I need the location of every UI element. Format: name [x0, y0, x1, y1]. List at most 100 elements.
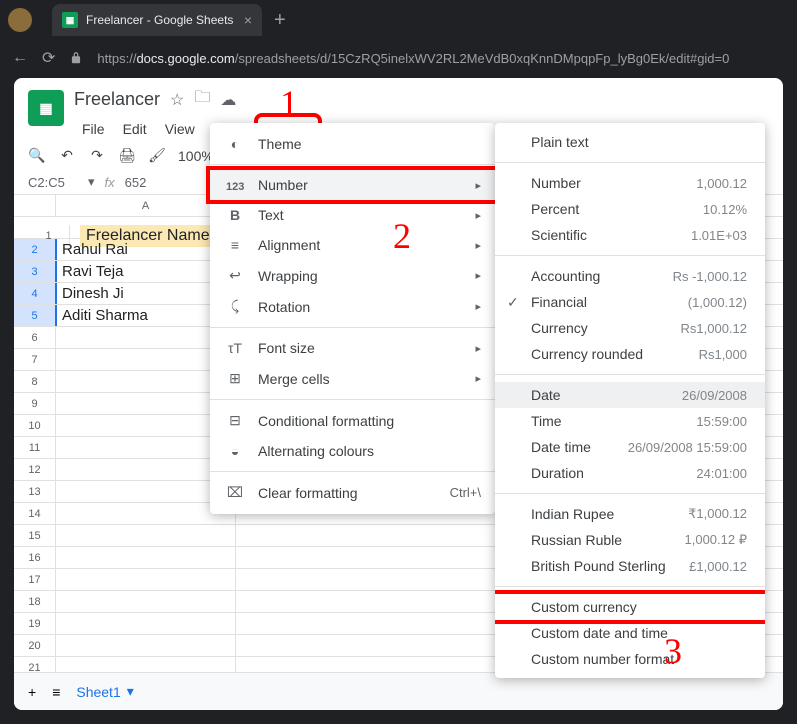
row-header[interactable]: 4	[14, 283, 56, 304]
cell[interactable]	[56, 349, 236, 370]
align-icon: ≡	[226, 237, 244, 253]
select-all-corner[interactable]	[14, 195, 56, 216]
row-header[interactable]: 5	[14, 305, 56, 326]
browser-tab[interactable]: ▦ Freelancer - Google Sheets ×	[52, 4, 262, 36]
format-accounting[interactable]: AccountingRs -1,000.12	[495, 263, 765, 289]
row-header[interactable]: 15	[14, 525, 56, 546]
cell[interactable]: Ravi Teja	[56, 261, 236, 282]
format-scientific[interactable]: Scientific1.01E+03	[495, 222, 765, 248]
formula-bar[interactable]: 652	[125, 175, 147, 190]
row-header[interactable]: 17	[14, 569, 56, 590]
row-header[interactable]: 3	[14, 261, 56, 282]
cell[interactable]	[56, 393, 236, 414]
row-header[interactable]: 14	[14, 503, 56, 524]
row-header[interactable]: 12	[14, 459, 56, 480]
back-icon[interactable]: ←	[12, 49, 28, 67]
format-financial[interactable]: Financial(1,000.12)	[495, 289, 765, 315]
address-bar[interactable]: https://docs.google.com/spreadsheets/d/1…	[97, 51, 729, 66]
row-header[interactable]: 16	[14, 547, 56, 568]
star-icon[interactable]: ☆	[170, 90, 184, 110]
format-date[interactable]: Date26/09/2008	[495, 382, 765, 408]
format-currency-rounded[interactable]: Currency roundedRs1,000	[495, 341, 765, 367]
move-icon[interactable]: 🗀	[194, 86, 210, 113]
format-indian-rupee[interactable]: Indian Rupee₹1,000.12	[495, 501, 765, 527]
cell[interactable]	[56, 503, 236, 524]
format-russian-ruble[interactable]: Russian Ruble1,000.12 ₽	[495, 527, 765, 553]
row-header[interactable]: 6	[14, 327, 56, 348]
cell[interactable]	[56, 459, 236, 480]
menu-font-size[interactable]: τTFont size	[210, 333, 495, 363]
row-header[interactable]: 8	[14, 371, 56, 392]
zoom-select[interactable]: 100%	[178, 148, 214, 164]
fontsize-icon: τT	[226, 340, 244, 356]
row-header[interactable]: 18	[14, 591, 56, 612]
row-header[interactable]: 19	[14, 613, 56, 634]
row-header[interactable]: 10	[14, 415, 56, 436]
format-number[interactable]: Number1,000.12	[495, 170, 765, 196]
format-datetime[interactable]: Date time26/09/2008 15:59:00	[495, 434, 765, 460]
print-icon[interactable]: 🖨	[118, 147, 136, 164]
format-custom-date-time[interactable]: Custom date and time	[495, 620, 765, 646]
row-header[interactable]: 13	[14, 481, 56, 502]
menu-alternating-colours[interactable]: ◒Alternating colours	[210, 436, 495, 466]
cell[interactable]	[56, 547, 236, 568]
cell[interactable]	[56, 371, 236, 392]
cell[interactable]	[56, 415, 236, 436]
sheet-tab-dropdown-icon[interactable]: ▾	[127, 683, 134, 700]
row-header[interactable]: 9	[14, 393, 56, 414]
close-tab-icon[interactable]: ×	[244, 12, 252, 28]
cell[interactable]: Rahul Rai	[56, 239, 236, 260]
menu-conditional-formatting[interactable]: ⊟Conditional formatting	[210, 405, 495, 436]
name-box-dropdown-icon[interactable]: ▾	[88, 174, 95, 190]
cell[interactable]	[56, 591, 236, 612]
cell[interactable]: Aditi Sharma	[56, 305, 236, 326]
sheet-tab[interactable]: Sheet1 ▾	[76, 683, 133, 700]
name-box[interactable]: C2:C5	[28, 175, 78, 190]
menu-wrapping[interactable]: ↩Wrapping	[210, 260, 495, 291]
cell[interactable]	[56, 327, 236, 348]
search-icon[interactable]: 🔍	[28, 147, 46, 164]
profile-avatar[interactable]	[8, 8, 32, 32]
redo-icon[interactable]: ↷	[88, 147, 106, 164]
number-icon: 123	[226, 177, 244, 193]
menu-number[interactable]: 123Number	[210, 170, 495, 200]
format-duration[interactable]: Duration24:01:00	[495, 460, 765, 486]
column-header-a[interactable]: A	[56, 195, 236, 216]
menu-theme[interactable]: ◐Theme	[210, 129, 495, 159]
format-custom-currency[interactable]: Custom currency	[495, 594, 765, 620]
cell[interactable]	[56, 481, 236, 502]
cell[interactable]	[56, 437, 236, 458]
cell[interactable]	[56, 613, 236, 634]
reload-icon[interactable]: ⟳	[42, 48, 55, 68]
doc-title[interactable]: Freelancer	[74, 89, 160, 110]
menu-alignment[interactable]: ≡Alignment	[210, 230, 495, 260]
format-time[interactable]: Time15:59:00	[495, 408, 765, 434]
menu-clear-formatting[interactable]: ⌧Clear formattingCtrl+\	[210, 477, 495, 508]
format-currency[interactable]: CurrencyRs1,000.12	[495, 315, 765, 341]
cell[interactable]	[56, 635, 236, 656]
cell[interactable]: Dinesh Ji	[56, 283, 236, 304]
cell[interactable]	[56, 525, 236, 546]
new-tab-button[interactable]: +	[274, 9, 286, 32]
menu-edit[interactable]: Edit	[115, 117, 155, 141]
cell[interactable]	[56, 569, 236, 590]
menu-file[interactable]: File	[74, 117, 113, 141]
menu-view[interactable]: View	[157, 117, 203, 141]
row-header[interactable]: 2	[14, 239, 56, 260]
menu-text[interactable]: BText	[210, 200, 495, 230]
format-plain-text[interactable]: Plain text	[495, 129, 765, 155]
row-header[interactable]: 20	[14, 635, 56, 656]
cloud-icon[interactable]: ☁	[220, 90, 236, 110]
menu-merge-cells[interactable]: ⊞Merge cells	[210, 363, 495, 394]
sheets-favicon-icon: ▦	[62, 12, 78, 28]
add-sheet-button[interactable]: +	[28, 684, 36, 700]
format-percent[interactable]: Percent10.12%	[495, 196, 765, 222]
format-custom-number[interactable]: Custom number format	[495, 646, 765, 672]
menu-rotation[interactable]: ⤹Rotation	[210, 291, 495, 322]
all-sheets-button[interactable]: ≡	[52, 684, 60, 700]
format-british-pound[interactable]: British Pound Sterling£1,000.12	[495, 553, 765, 579]
row-header[interactable]: 11	[14, 437, 56, 458]
paint-format-icon[interactable]: 🖌	[148, 147, 166, 164]
undo-icon[interactable]: ↶	[58, 147, 76, 164]
row-header[interactable]: 7	[14, 349, 56, 370]
